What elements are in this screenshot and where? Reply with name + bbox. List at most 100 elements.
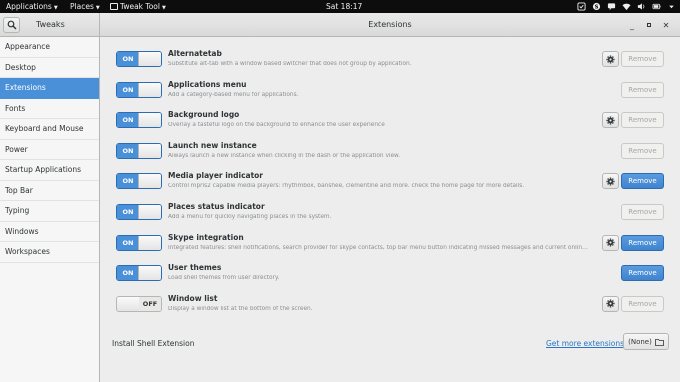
extension-remove-button[interactable]: Remove: [621, 265, 664, 282]
extension-name: Places status indicator: [168, 202, 265, 211]
update-icon[interactable]: [577, 2, 586, 11]
install-shell-extension-label: Install Shell Extension: [112, 339, 195, 348]
extension-description: Add a menu for quickly navigating places…: [168, 214, 332, 220]
applications-label: Applications: [6, 2, 52, 11]
get-more-extensions-link[interactable]: Get more extensions: [546, 339, 624, 348]
extension-description: Display a window list at the bottom of t…: [168, 305, 313, 312]
switch-off-label: OFF: [139, 296, 161, 311]
switch-knob: [138, 174, 161, 189]
extension-toggle-switch[interactable]: ON: [116, 142, 162, 159]
minimize-button[interactable]: _: [625, 18, 639, 32]
window-title: Extensions: [368, 20, 412, 29]
extension-remove-button[interactable]: Remove: [621, 295, 664, 312]
extension-name: Window list: [168, 293, 218, 303]
switch-knob: [138, 52, 161, 66]
extension-settings-button[interactable]: [602, 173, 619, 190]
extension-remove-button[interactable]: Remove: [621, 204, 664, 220]
sidebar-item-power[interactable]: Power: [0, 140, 99, 160]
extension-toggle-switch[interactable]: ON: [116, 204, 162, 220]
minimize-icon: _: [630, 20, 634, 30]
volume-icon[interactable]: [637, 2, 646, 11]
sidebar-item-workspaces[interactable]: Workspaces: [0, 242, 99, 263]
chat-icon[interactable]: [607, 2, 616, 11]
extension-toggle-switch[interactable]: ON: [116, 234, 162, 251]
switch-on-label: ON: [117, 82, 139, 97]
sidebar: Appearance Desktop Extensions Fonts Keyb…: [0, 37, 100, 382]
wifi-icon[interactable]: [622, 2, 631, 11]
extension-row-user-themes: ON User themes Load shell themes from user…: [101, 258, 680, 288]
clock[interactable]: Sat 18:17: [326, 2, 362, 11]
sidebar-item-windows[interactable]: Windows: [0, 222, 99, 242]
extensions-list: ON Alternatetab Substitute alt-tab with a …: [101, 37, 680, 382]
close-button[interactable]: ✕: [659, 18, 673, 32]
sidebar-item-fonts[interactable]: Fonts: [0, 99, 99, 119]
switch-knob: [138, 266, 161, 281]
applications-menu[interactable]: Applications ▼: [6, 2, 58, 11]
install-file-chooser-button[interactable]: (None): [623, 333, 669, 350]
dropdown-arrow-icon: ▼: [53, 5, 58, 11]
extension-name: Background logo: [168, 110, 240, 120]
extension-settings-button[interactable]: [602, 234, 619, 251]
sidebar-item-startup-applications[interactable]: Startup Applications: [0, 160, 99, 181]
maximize-button[interactable]: [642, 18, 656, 32]
extension-row-background-logo: ON Background logo Overlay a tasteful logo…: [101, 105, 680, 135]
power-menu-icon[interactable]: [667, 2, 676, 11]
app-menu-label: Tweak Tool: [120, 2, 160, 11]
search-button[interactable]: [3, 17, 20, 33]
extension-name: Media player indicator: [168, 171, 264, 181]
maximize-icon: [647, 23, 651, 27]
system-tray[interactable]: S: [577, 1, 676, 12]
extension-settings-button[interactable]: [602, 112, 619, 129]
extension-remove-button[interactable]: Remove: [621, 173, 664, 190]
extension-description: Load shell themes from user directory.: [168, 275, 280, 282]
extension-description: Overlay a tasteful logo on the backgroun…: [168, 122, 385, 129]
extension-remove-button[interactable]: Remove: [621, 234, 664, 251]
extension-remove-button[interactable]: Remove: [621, 142, 664, 159]
gear-icon: [606, 177, 615, 186]
extension-toggle-switch[interactable]: OFF: [116, 295, 162, 312]
skype-icon[interactable]: S: [592, 2, 601, 11]
extension-description: Always launch a new instance when clicki…: [168, 152, 401, 159]
places-label: Places: [70, 2, 94, 11]
sidebar-item-top-bar[interactable]: Top Bar: [0, 181, 99, 201]
extension-toggle-switch[interactable]: ON: [116, 81, 162, 98]
extension-row-alternatetab: ON Alternatetab Substitute alt-tab with a …: [101, 44, 680, 74]
extension-description: Integrated features: shell notifications…: [168, 244, 590, 251]
extension-toggle-switch[interactable]: ON: [116, 173, 162, 190]
extension-row-media-player-indicator: ON Media player indicator Control mpris2 c…: [101, 166, 680, 196]
extension-remove-button[interactable]: Remove: [621, 81, 664, 98]
dropdown-arrow-icon: ▼: [95, 5, 100, 11]
gear-icon: [606, 116, 615, 125]
install-file-label: (None): [628, 337, 652, 346]
extension-remove-button[interactable]: Remove: [621, 51, 664, 67]
switch-on-label: ON: [117, 52, 139, 66]
extension-toggle-switch[interactable]: ON: [116, 112, 162, 129]
extension-name: User themes: [168, 263, 222, 273]
sidebar-item-appearance[interactable]: Appearance: [0, 37, 99, 58]
tweak-tool-window: Tweaks Extensions _ ✕ Appearance Desktop…: [0, 13, 680, 382]
top-bar: Applications ▼ Places ▼ Tweak Tool ▼ Sat 18…: [0, 0, 680, 13]
extension-name: Applications menu: [168, 79, 247, 89]
extension-description: Add a category-based menu for applicatio…: [168, 91, 299, 98]
extension-toggle-switch[interactable]: ON: [116, 265, 162, 282]
switch-knob: [138, 143, 161, 158]
sidebar-item-typing[interactable]: Typing: [0, 201, 99, 222]
sidebar-item-keyboard-and-mouse[interactable]: Keyboard and Mouse: [0, 119, 99, 140]
extension-description: Substitute alt-tab with a window based s…: [168, 61, 412, 67]
extension-description: Control mpris2 capable media players: rh…: [168, 183, 525, 190]
app-menu[interactable]: Tweak Tool ▼: [110, 2, 166, 11]
extension-toggle-switch[interactable]: ON: [116, 51, 162, 67]
battery-icon[interactable]: [652, 2, 661, 11]
switch-on-label: ON: [117, 235, 139, 250]
sidebar-item-desktop[interactable]: Desktop: [0, 58, 99, 78]
sidebar-item-extensions[interactable]: Extensions: [0, 78, 99, 99]
places-menu[interactable]: Places ▼: [70, 2, 100, 11]
extension-row-launch-new-instance: ON Launch new instance Always launch a new…: [101, 136, 680, 166]
extension-settings-button[interactable]: [602, 295, 619, 312]
header-left: Tweaks: [0, 13, 100, 37]
switch-knob: [138, 235, 161, 250]
extension-remove-button[interactable]: Remove: [621, 112, 664, 129]
install-extension-bar: Install Shell Extension Get more extensi…: [101, 329, 680, 355]
extension-settings-button[interactable]: [602, 51, 619, 67]
extension-name: Skype integration: [168, 232, 244, 242]
